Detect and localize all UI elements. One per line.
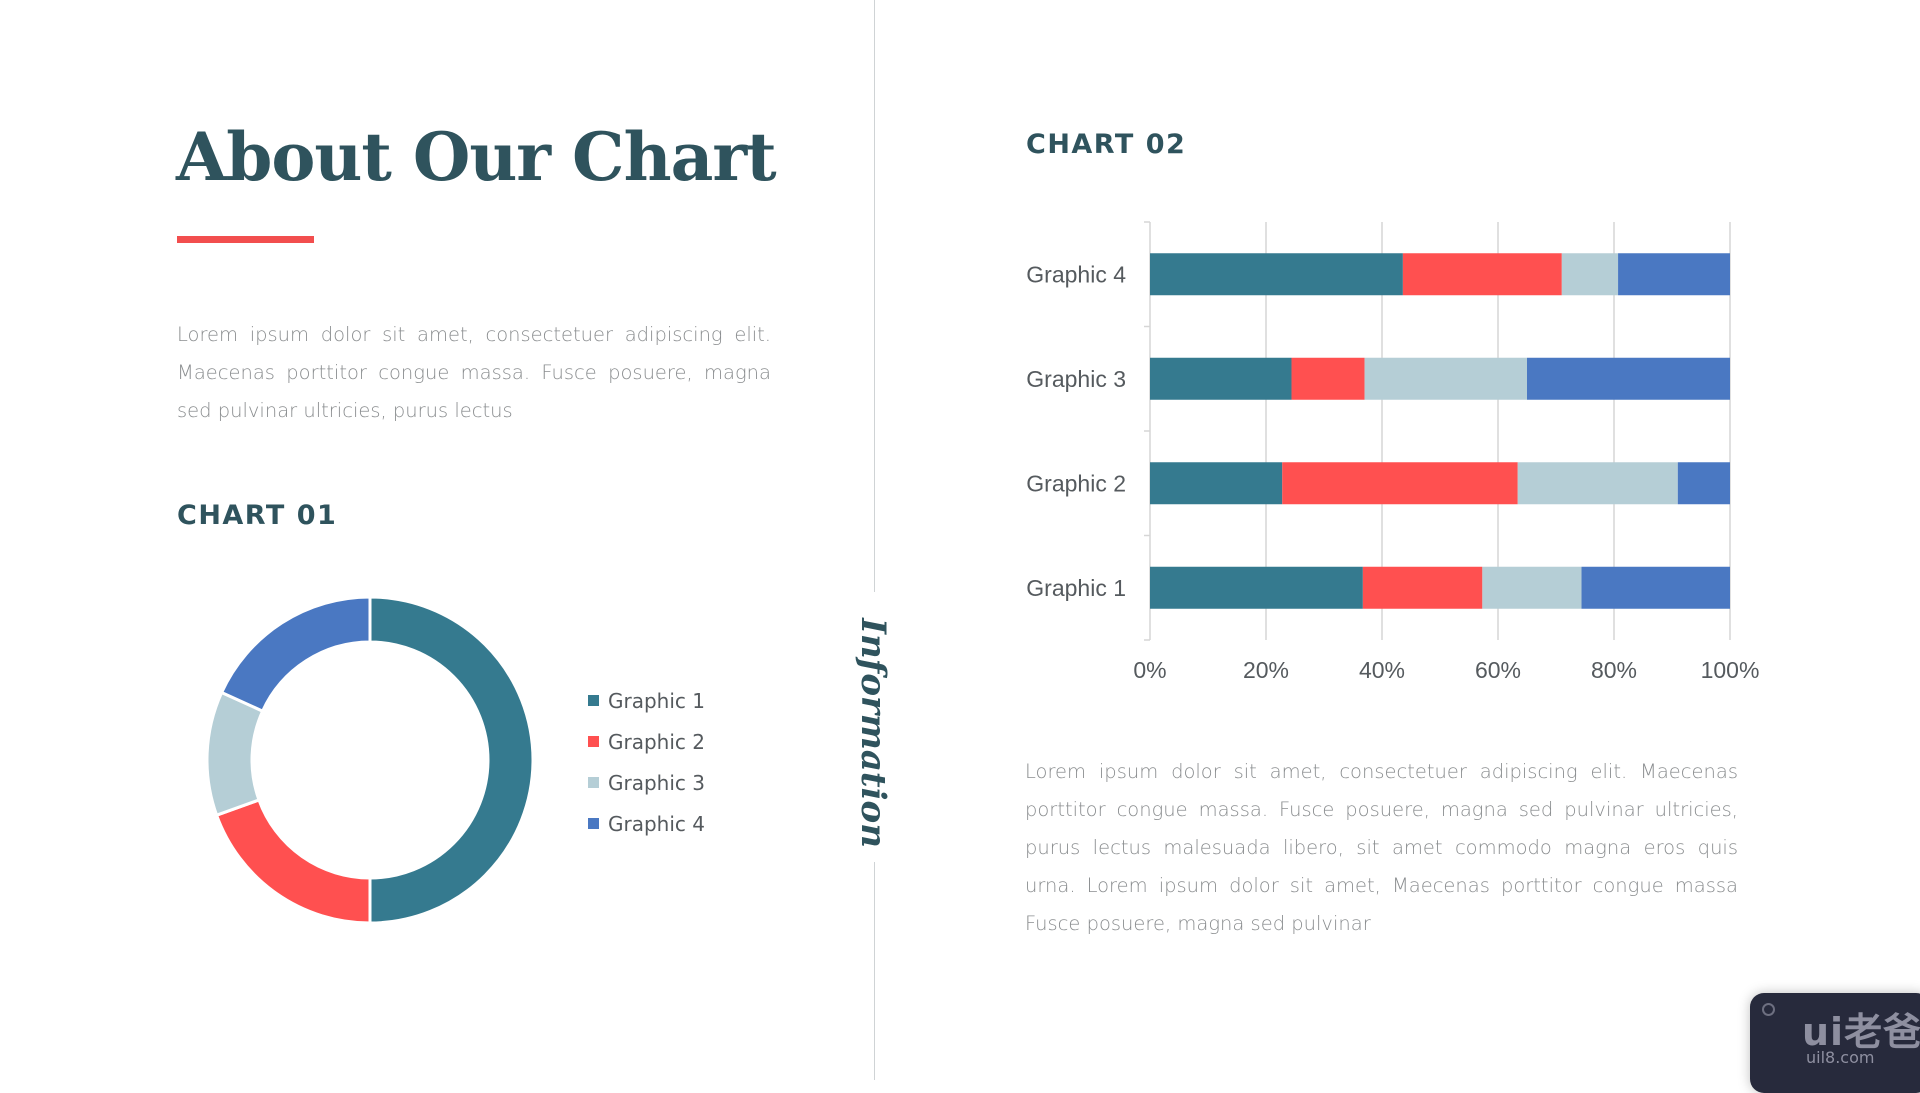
side-label: Information (853, 618, 893, 848)
stacked-bar-chart: 0% 20% 40% 60% 80% 100% Graphic 1 Graphic 2 Grap… (1026, 221, 1760, 683)
x-tick-label: 20% (1243, 657, 1289, 683)
bar-segment-graphic-2-s4 (1677, 462, 1730, 505)
y-category-label: Graphic 3 (1026, 366, 1126, 392)
intro-paragraph: Lorem ipsum dolor sit amet, consectetuer… (177, 323, 771, 422)
legend-swatch (588, 818, 599, 829)
legend-swatch (588, 777, 599, 788)
x-tick-label: 40% (1359, 657, 1405, 683)
donut-legend: Graphic 1 Graphic 2 Graphic 3 Graphic 4 (588, 680, 705, 844)
y-category-label: Graphic 4 (1026, 261, 1126, 287)
title-underline (177, 236, 314, 243)
bar-segment-graphic-1-s4 (1581, 566, 1730, 609)
chart02-heading: CHART 02 (1026, 129, 1187, 160)
bar-segment-graphic-3-s3 (1364, 357, 1527, 400)
bar-segment-graphic-4-s3 (1561, 253, 1619, 296)
donut-chart (205, 595, 535, 925)
donut-slice-4 (219, 595, 372, 714)
y-category-label: Graphic 2 (1026, 470, 1126, 496)
bar-segment-graphic-4-s2 (1402, 253, 1562, 296)
x-tick-label: 100% (1701, 657, 1760, 683)
vertical-divider-top (874, 0, 875, 592)
bar-segment-graphic-1-s2 (1362, 566, 1483, 609)
bar-segment-graphic-4-s1 (1150, 253, 1403, 296)
donut-slice-3 (205, 690, 265, 818)
legend-swatch (588, 695, 599, 706)
bar-segment-graphic-3-s1 (1150, 357, 1292, 400)
watermark-badge: ui老爸 uil8.com (1750, 993, 1920, 1093)
legend-item: Graphic 1 (588, 680, 705, 721)
chart02-paragraph: Lorem ipsum dolor sit amet, consectetuer… (1025, 760, 1738, 935)
chart01-heading: CHART 01 (177, 500, 338, 531)
bar-segment-graphic-1-s1 (1150, 566, 1363, 609)
bar-segment-graphic-3-s2 (1291, 357, 1365, 400)
legend-label: Graphic 1 (608, 688, 705, 713)
bar-segment-graphic-2-s3 (1517, 462, 1678, 505)
circle-icon (1762, 1003, 1775, 1016)
legend-item: Graphic 4 (588, 803, 705, 844)
legend-item: Graphic 2 (588, 721, 705, 762)
y-category-label: Graphic 1 (1026, 575, 1126, 601)
bar-segment-graphic-4-s4 (1618, 253, 1730, 296)
watermark-url: uil8.com (1806, 1048, 1875, 1067)
legend-label: Graphic 4 (608, 811, 705, 836)
legend-item: Graphic 3 (588, 762, 705, 803)
x-tick-label: 80% (1591, 657, 1637, 683)
bar-segment-graphic-3-s4 (1527, 357, 1730, 400)
bar-segment-graphic-2-s1 (1150, 462, 1283, 505)
bar-segment-graphic-1-s3 (1482, 566, 1582, 609)
vertical-divider-bottom (874, 862, 875, 1080)
bar-segment-graphic-2-s2 (1282, 462, 1518, 505)
legend-swatch (588, 736, 599, 747)
x-tick-label: 0% (1133, 657, 1166, 683)
x-tick-label: 60% (1475, 657, 1521, 683)
donut-slice-1 (368, 595, 535, 925)
page-title: About Our Chart (176, 118, 777, 196)
donut-slice-2 (214, 798, 372, 925)
legend-label: Graphic 2 (608, 729, 705, 754)
legend-label: Graphic 3 (608, 770, 705, 795)
